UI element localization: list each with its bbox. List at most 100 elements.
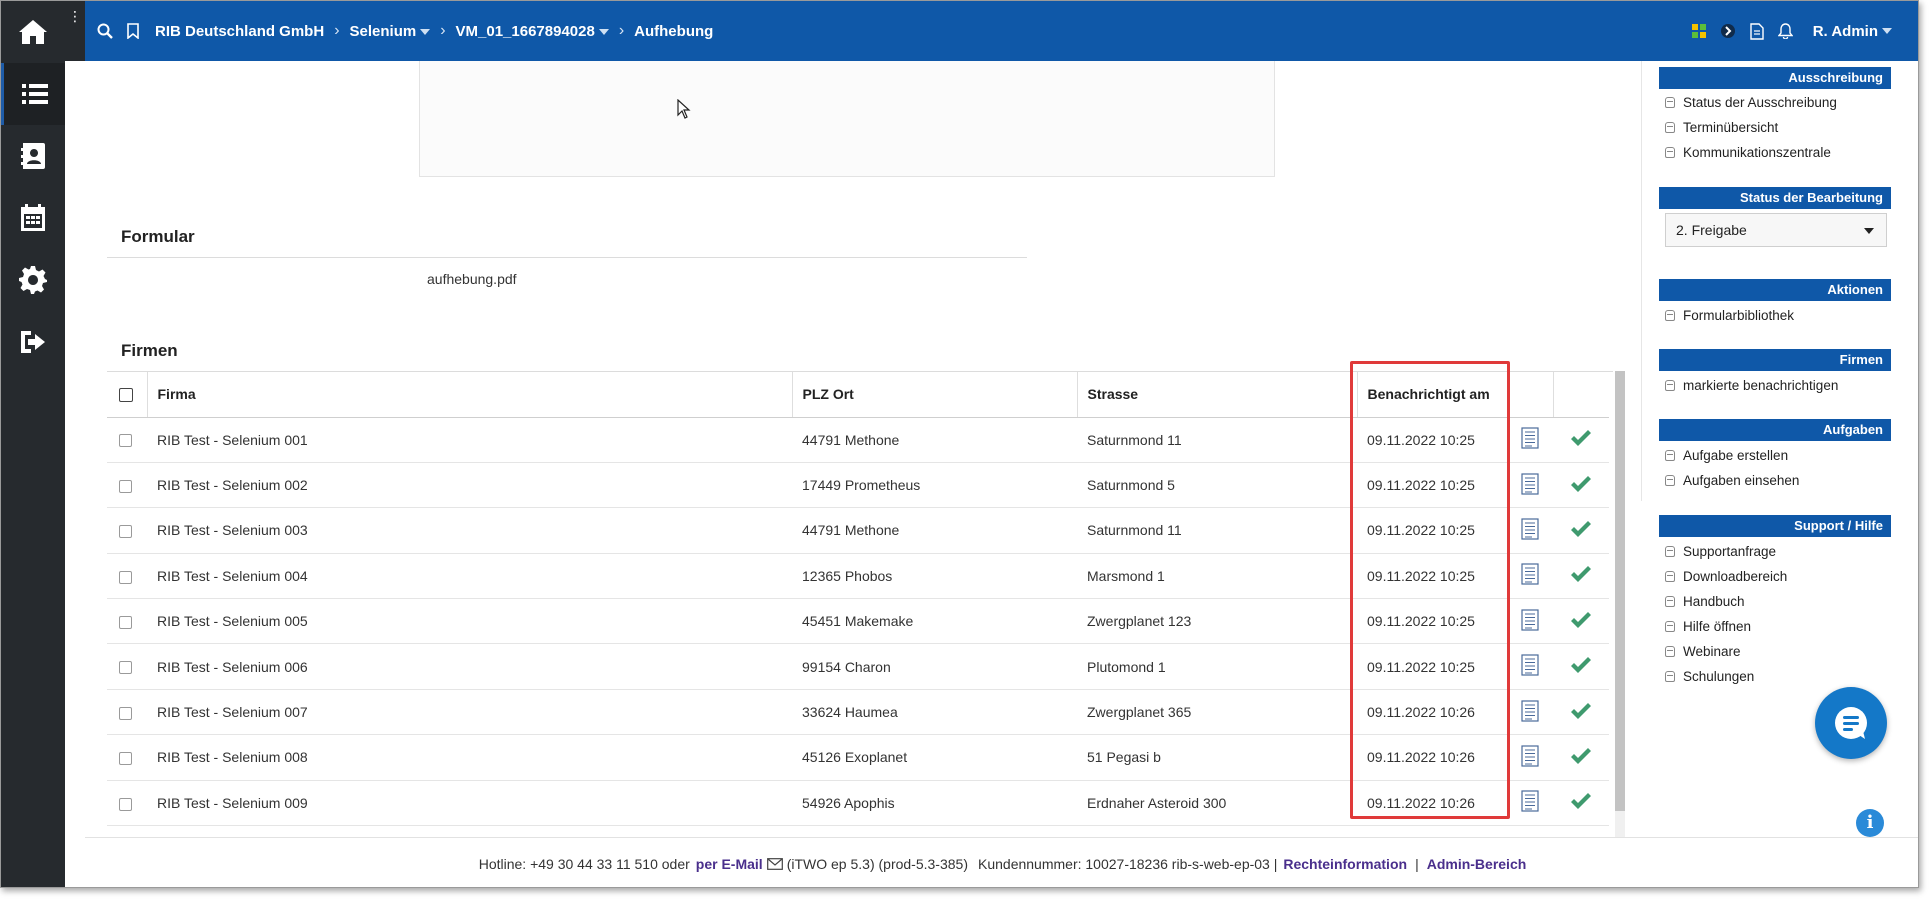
search-icon[interactable] [97,23,113,39]
document-icon[interactable] [1521,745,1539,767]
cell-status [1553,689,1609,736]
column-header-benachrichtigt[interactable]: Benachrichtigt am [1357,372,1508,418]
panel-link-terminuebersicht[interactable]: Terminübersicht [1665,120,1778,135]
checkmark-icon [1571,611,1591,628]
row-checkbox[interactable] [119,525,132,539]
cell-document [1507,598,1553,645]
table-row[interactable]: RIB Test - Selenium 005 45451 Makemake Zwe… [107,598,1609,645]
document-icon[interactable] [1521,518,1539,540]
column-header-firma[interactable]: Firma [147,372,793,418]
panel-link-handbuch[interactable]: Handbuch [1665,594,1745,609]
panel-link-markierte-benachrichtigen[interactable]: markierte benachrichtigen [1665,378,1838,393]
panel-link-schulungen[interactable]: Schulungen [1665,669,1754,684]
arrow-icon[interactable] [1720,23,1736,39]
cell-plz-ort: 45126 Exoplanet [792,734,1077,781]
footer-rechteinformation-link[interactable]: Rechteinformation [1283,856,1407,872]
row-checkbox[interactable] [119,616,132,630]
chevron-down-icon [420,28,431,35]
cell-firma: RIB Test - Selenium 004 [147,553,792,600]
footer-admin-link[interactable]: Admin-Bereich [1427,856,1527,872]
sidebar-toggle-icon[interactable]: ⋮ [65,1,85,61]
apps-icon[interactable] [1691,24,1706,38]
breadcrumb-project[interactable]: Selenium [350,23,431,40]
panel-link-supportanfrage[interactable]: Supportanfrage [1665,544,1776,559]
firmen-table: Firma PLZ Ort Strasse Benachrichtigt am … [107,371,1613,837]
row-select-cell [107,780,147,827]
document-icon[interactable] [1521,609,1539,631]
document-icon[interactable] [1521,563,1539,585]
nav-logout[interactable] [1,311,65,373]
info-icon[interactable]: i [1856,809,1884,837]
table-row[interactable]: RIB Test - Selenium 001 44791 Methone Satu… [107,417,1609,463]
document-icon[interactable] [1750,22,1764,40]
table-row[interactable]: RIB Test - Selenium 006 99154 Charon Pluto… [107,643,1609,690]
cell-plz-ort: 44791 Methone [792,507,1077,554]
checkmark-icon [1571,566,1591,583]
bell-icon[interactable] [1777,23,1793,39]
row-checkbox[interactable] [119,706,132,720]
table-row[interactable]: RIB Test - Selenium 003 44791 Methone Satu… [107,507,1609,554]
row-checkbox[interactable] [119,797,132,811]
document-icon[interactable] [1521,699,1539,722]
panel-link-aufgabe-erstellen[interactable]: Aufgabe erstellen [1665,448,1788,463]
user-menu[interactable]: R. Admin [1813,23,1892,40]
row-checkbox[interactable] [119,752,132,766]
document-icon[interactable] [1521,427,1539,449]
chevron-down-icon [598,28,609,35]
row-checkbox[interactable] [119,661,132,675]
document-icon[interactable] [1521,654,1539,676]
document-icon[interactable] [1521,790,1539,812]
table-row[interactable]: RIB Test - Selenium 004 12365 Phobos Marsm… [107,553,1609,600]
bookmark-icon[interactable] [127,23,139,39]
panel-link-aufgaben-einsehen[interactable]: Aufgaben einsehen [1665,473,1799,488]
row-select-cell [107,689,147,736]
row-checkbox[interactable] [119,570,132,584]
document-icon [1665,97,1675,108]
row-checkbox[interactable] [119,434,132,448]
nav-home[interactable] [1,1,65,63]
cell-strasse: Marsmond 1 [1077,553,1357,600]
table-row[interactable]: RIB Test - Selenium 009 54926 Apophis Erdn… [107,780,1609,827]
breadcrumb-current: Aufhebung [634,22,714,40]
nav-calendar[interactable] [1,187,65,249]
document-icon [1665,546,1675,557]
panel-link-formularbibliothek[interactable]: Formularbibliothek [1665,308,1794,323]
column-header-strasse[interactable]: Strasse [1077,372,1358,418]
cell-document [1507,643,1553,690]
document-icon[interactable] [1521,472,1539,495]
panel-link-hilfe-oeffnen[interactable]: Hilfe öffnen [1665,619,1751,634]
formular-file-link[interactable]: aufhebung.pdf [427,271,517,287]
status-select[interactable]: 2. Freigabe [1665,213,1887,247]
table-row[interactable]: RIB Test - Selenium 007 33624 Haumea Zwerg… [107,689,1609,736]
breadcrumb-vergabe[interactable]: VM_01_1667894028 [456,23,609,40]
cell-firma: RIB Test - Selenium 005 [147,598,792,645]
breadcrumb-company[interactable]: RIB Deutschland GmbH [155,23,324,40]
gear-icon [19,266,47,294]
footer-email-link[interactable]: per E-Mail [696,856,763,872]
panel-link-webinare[interactable]: Webinare [1665,644,1741,659]
row-select-cell [107,507,147,554]
panel-link-status-ausschreibung[interactable]: Status der Ausschreibung [1665,95,1837,110]
row-checkbox[interactable] [119,479,132,493]
footer: Hotline: +49 30 44 33 11 510 oder per E-… [85,837,1918,887]
table-scrollbar[interactable] [1615,371,1625,837]
cell-benachrichtigt: 09.11.2022 10:25 [1357,462,1507,509]
column-header-plz-ort[interactable]: PLZ Ort [792,372,1078,418]
logout-icon [21,331,45,353]
panel-link-downloadbereich[interactable]: Downloadbereich [1665,569,1787,584]
scrollbar-thumb[interactable] [1615,371,1625,811]
table-row[interactable]: RIB Test - Selenium 002 17449 Prometheus S… [107,462,1609,509]
chat-button[interactable] [1815,687,1887,759]
table-row[interactable]: RIB Test - Selenium 008 45126 Exoplanet 51… [107,734,1609,781]
cell-benachrichtigt: 09.11.2022 10:26 [1357,734,1507,781]
cell-strasse: Erdnaher Asteroid 300 [1077,780,1357,827]
nav-settings[interactable] [1,249,65,311]
nav-list[interactable] [1,63,65,125]
cell-firma: RIB Test - Selenium 002 [147,462,792,509]
panel-link-kommunikationszentrale[interactable]: Kommunikationszentrale [1665,145,1831,160]
nav-contacts[interactable] [1,125,65,187]
panel-header-support: Support / Hilfe [1659,515,1891,537]
cell-strasse: Zwergplanet 123 [1077,598,1357,645]
select-all-checkbox[interactable] [119,388,133,403]
cell-firma: RIB Test - Selenium 001 [147,417,792,463]
